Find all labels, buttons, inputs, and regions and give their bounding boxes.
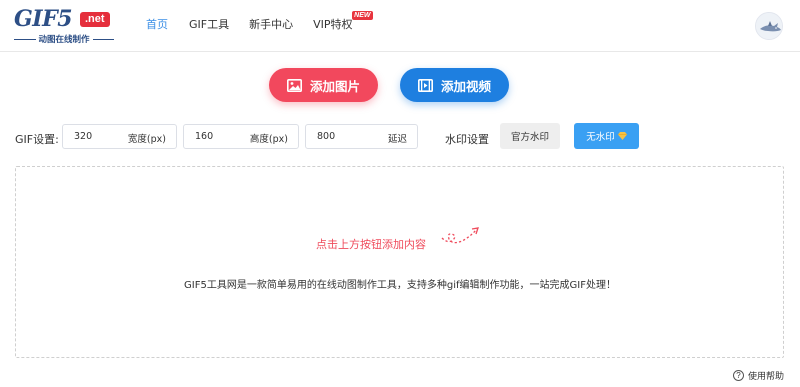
top-header: GIF5 .net 动图在线制作 首页 GIF工具 新手中心 VIP特权 NEW [0,0,800,52]
question-icon: ? [732,370,744,381]
height-input[interactable] [184,131,244,142]
add-video-button[interactable]: 添加视频 [400,68,509,102]
nav-home[interactable]: 首页 [146,17,168,33]
logo-tagline-row: 动图在线制作 [14,33,115,45]
no-watermark-button[interactable]: 无水印 [574,123,639,149]
add-image-button[interactable]: 添加图片 [269,68,378,102]
site-logo[interactable]: GIF5 .net 动图在线制作 [14,6,115,45]
logo-net-badge: .net [80,12,110,27]
official-watermark-button[interactable]: 官方水印 [500,123,560,149]
height-unit-label: 高度(px) [249,134,288,145]
watermark-settings-label: 水印设置 [445,133,489,146]
help-link[interactable]: ? 使用帮助 [732,369,784,382]
diamond-icon [617,132,627,140]
curly-arrow-icon [441,227,479,244]
new-badge: NEW [352,11,373,20]
width-input[interactable] [63,131,123,142]
site-description: GIF5工具网是一款简单易用的在线动图制作工具，支持多种gif编辑制作功能，一站… [184,280,616,291]
logo-wordmark: GIF5 [14,6,73,32]
delay-input[interactable] [306,131,366,142]
help-label: 使用帮助 [747,372,784,382]
height-field[interactable]: 高度(px) [183,124,299,149]
nav-vip-label: VIP特权 [313,18,353,31]
video-icon [417,78,433,92]
logo-tagline: 动图在线制作 [38,35,90,45]
delay-unit-label: 延迟 [387,134,407,145]
nav-vip[interactable]: VIP特权 NEW [313,11,373,33]
no-watermark-label: 无水印 [586,132,615,143]
add-content-hint: 点击上方按钮添加内容 [316,238,426,251]
nav-beginner-center[interactable]: 新手中心 [249,17,293,33]
width-unit-label: 宽度(px) [127,134,166,145]
gif-settings-label: GIF设置: [15,133,59,146]
shark-avatar-icon [756,13,782,39]
user-avatar[interactable] [755,12,783,40]
main-nav: 首页 GIF工具 新手中心 VIP特权 NEW [146,11,373,33]
delay-field[interactable]: 延迟 [305,124,418,149]
width-field[interactable]: 宽度(px) [62,124,177,149]
content-drop-area[interactable] [15,166,784,358]
add-video-label: 添加视频 [440,78,491,94]
nav-gif-tools[interactable]: GIF工具 [189,17,229,33]
add-image-label: 添加图片 [309,78,360,94]
image-icon [286,78,302,92]
